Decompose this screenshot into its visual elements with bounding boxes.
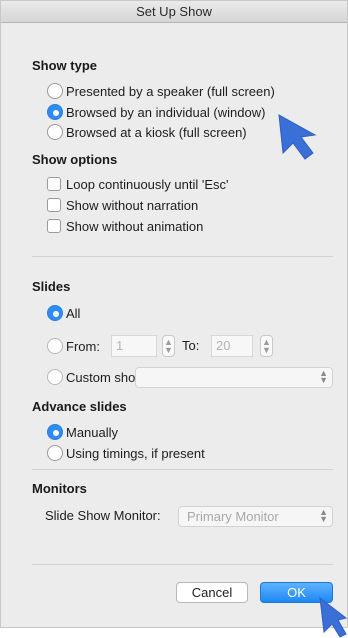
radio-button-icon[interactable] — [47, 83, 63, 99]
radio-label: From: — [66, 338, 100, 354]
radio-button-selected-icon[interactable] — [47, 424, 63, 440]
slides-heading: Slides — [32, 279, 71, 294]
chevron-up-down-icon: ▲ ▼ — [319, 507, 328, 524]
separator — [32, 564, 333, 565]
pointer-cursor-icon — [318, 596, 348, 638]
radio-button-icon[interactable] — [47, 445, 63, 461]
checkbox-label: Show without animation — [66, 218, 204, 234]
chevron-down-icon: ▼ — [164, 345, 173, 355]
radio-button-icon[interactable] — [47, 338, 63, 354]
chevron-down-icon: ▼ — [262, 345, 271, 355]
set-up-show-dialog: Set Up Show Show type Presented by a spe… — [0, 0, 348, 628]
radio-slides-all[interactable]: All — [47, 304, 80, 322]
checkbox-without-animation[interactable]: Show without animation — [47, 217, 203, 235]
to-label: To: — [182, 338, 200, 353]
slide-show-monitor-popup[interactable]: Primary Monitor ▲ ▼ — [178, 506, 333, 527]
checkbox-without-narration[interactable]: Show without narration — [47, 196, 198, 214]
radio-button-icon[interactable] — [47, 369, 63, 385]
chevron-up-down-icon: ▲ ▼ — [319, 368, 328, 385]
checkbox-label: Loop continuously until 'Esc' — [66, 176, 229, 192]
to-stepper[interactable]: ▲ ▼ — [260, 335, 273, 357]
radio-presented-by-speaker[interactable]: Presented by a speaker (full screen) — [47, 82, 275, 100]
radio-using-timings[interactable]: Using timings, if present — [47, 444, 205, 462]
radio-label: Manually — [66, 424, 119, 440]
radio-manually[interactable]: Manually — [47, 423, 118, 441]
separator — [32, 256, 333, 257]
radio-browsed-by-individual[interactable]: Browsed by an individual (window) — [47, 103, 265, 121]
radio-label: Presented by a speaker (full screen) — [66, 83, 275, 99]
radio-label: Browsed at a kiosk (full screen) — [66, 124, 247, 140]
show-type-heading: Show type — [32, 58, 98, 73]
radio-browsed-at-kiosk[interactable]: Browsed at a kiosk (full screen) — [47, 123, 247, 141]
pointer-cursor-icon — [277, 113, 317, 160]
checkbox-icon[interactable] — [47, 198, 61, 212]
radio-custom-show[interactable]: Custom show: — [47, 368, 148, 386]
radio-label: Using timings, if present — [66, 445, 205, 461]
monitor-value: Primary Monitor — [187, 509, 279, 524]
checkbox-icon[interactable] — [47, 177, 61, 191]
to-field[interactable]: 20 — [211, 335, 253, 357]
radio-button-icon[interactable] — [47, 124, 63, 140]
radio-label: All — [66, 305, 81, 321]
advance-slides-heading: Advance slides — [32, 399, 127, 414]
show-options-heading: Show options — [32, 152, 118, 167]
checkbox-label: Show without narration — [66, 197, 199, 213]
radio-button-selected-icon[interactable] — [47, 305, 63, 321]
checkbox-loop-continuously[interactable]: Loop continuously until 'Esc' — [47, 175, 229, 193]
cancel-button[interactable]: Cancel — [176, 582, 248, 603]
from-field[interactable]: 1 — [111, 335, 157, 357]
monitors-heading: Monitors — [32, 481, 87, 496]
radio-button-selected-icon[interactable] — [47, 104, 63, 120]
radio-label: Browsed by an individual (window) — [66, 104, 266, 120]
radio-slides-from[interactable]: From: — [47, 337, 100, 355]
window-title: Set Up Show — [1, 1, 347, 23]
separator — [32, 469, 333, 470]
from-stepper[interactable]: ▲ ▼ — [162, 335, 175, 357]
custom-show-popup[interactable]: ▲ ▼ — [135, 367, 333, 388]
checkbox-icon[interactable] — [47, 219, 61, 233]
slide-show-monitor-label: Slide Show Monitor: — [45, 508, 161, 523]
